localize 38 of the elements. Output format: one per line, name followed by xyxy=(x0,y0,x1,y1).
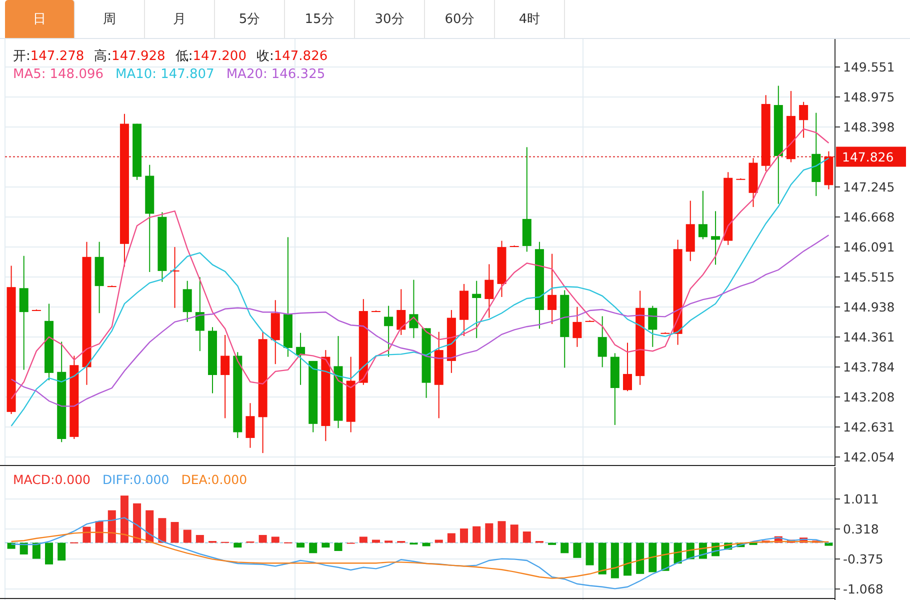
axis-label: -0.375 xyxy=(843,552,884,566)
axis-label: 149.551 xyxy=(843,60,895,74)
axis-label: 145.515 xyxy=(843,269,895,284)
ohlc-value: 147.928 xyxy=(112,49,166,64)
axis-label: 148.398 xyxy=(843,119,895,134)
macd-legend-value: 0.000 xyxy=(211,472,248,487)
axis-label: 142.631 xyxy=(843,419,895,434)
ohlc-label: 低: xyxy=(175,48,193,65)
moving-average-label: MA5: xyxy=(13,67,46,82)
ohlc-label: 开: xyxy=(13,48,30,65)
ohlc-value: 147.200 xyxy=(192,49,246,64)
ohlc-label: 收: xyxy=(256,48,274,65)
macd-legend-label: DIFF: xyxy=(102,472,134,487)
macd-legend-label: MACD: xyxy=(13,472,55,487)
axis-label: -1.068 xyxy=(843,582,884,596)
moving-average-value: 148.096 xyxy=(50,67,104,82)
axis-label: 142.054 xyxy=(843,450,895,464)
moving-average-label: MA10: xyxy=(116,67,157,82)
ohlc-label: 高: xyxy=(94,48,112,65)
axis-label: 146.668 xyxy=(843,209,895,224)
price-tag: 147.826 xyxy=(836,146,906,167)
moving-average-value: 146.325 xyxy=(271,67,326,82)
ohlc-value: 147.826 xyxy=(274,49,328,64)
axis-label: 1.011 xyxy=(843,492,879,506)
macd-legend-label: DEA: xyxy=(181,472,212,487)
axis-label: 143.208 xyxy=(843,389,895,404)
axis-label: 148.975 xyxy=(843,89,895,104)
axis-label: 146.091 xyxy=(843,239,895,254)
ohlc-value: 147.278 xyxy=(30,49,84,64)
axis-label: 0.318 xyxy=(843,522,879,536)
axis-label: 147.245 xyxy=(843,179,895,194)
macd-legend-value: 0.000 xyxy=(133,472,170,487)
axis-label: 144.361 xyxy=(843,329,895,344)
moving-average-value: 147.807 xyxy=(160,67,214,82)
axis-label: 144.938 xyxy=(843,299,895,314)
axis-label: 143.784 xyxy=(843,360,895,374)
macd-legend-value: 0.000 xyxy=(54,472,90,487)
moving-average-label: MA20: xyxy=(226,67,268,82)
